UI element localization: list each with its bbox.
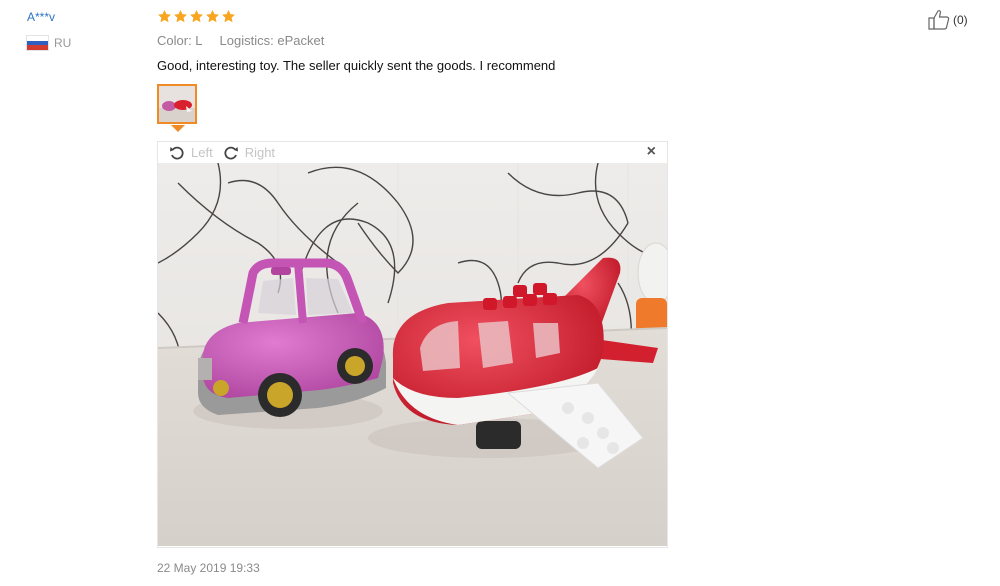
rotate-right-button[interactable]: Right	[223, 145, 275, 161]
star-icon	[190, 9, 203, 23]
reviewer-country: RU	[27, 36, 72, 51]
thumbnail-pointer	[171, 125, 185, 132]
russia-flag-icon	[27, 36, 48, 51]
review-text: Good, interesting toy. The seller quickl…	[157, 58, 556, 73]
star-icon	[206, 9, 219, 23]
star-icon	[158, 9, 171, 23]
order-info: Color: L Logistics: ePacket	[157, 33, 324, 48]
photo-viewer: Left Right ×	[157, 141, 668, 548]
reviewer-name[interactable]: A***v	[27, 10, 55, 24]
close-icon[interactable]: ×	[647, 144, 656, 160]
thumbnail-image	[159, 86, 195, 122]
star-icon	[222, 9, 235, 23]
review-item: A***v RU (0) Color: L Logistics: ePacket…	[0, 0, 1000, 586]
star-icon	[174, 9, 187, 23]
rotate-right-icon	[224, 146, 238, 159]
toy-car-and-airplane-photo	[158, 163, 667, 546]
review-photo-thumbnail[interactable]	[157, 84, 197, 124]
helpful-count: (0)	[953, 12, 968, 27]
viewer-toolbar: Left Right ×	[158, 142, 667, 163]
review-photo	[158, 163, 667, 546]
logistics-info: Logistics: ePacket	[219, 33, 325, 48]
color-info: Color: L	[157, 33, 203, 48]
star-rating	[157, 9, 236, 24]
rotate-left-label: Left	[191, 145, 213, 160]
country-code: RU	[54, 36, 72, 50]
thumbs-up-icon	[928, 10, 950, 30]
review-date: 22 May 2019 19:33	[157, 561, 260, 575]
rotate-right-label: Right	[244, 145, 276, 160]
helpful-button[interactable]: (0)	[928, 9, 968, 30]
rotate-left-button[interactable]: Left	[169, 145, 213, 161]
rotate-left-icon	[170, 146, 184, 159]
